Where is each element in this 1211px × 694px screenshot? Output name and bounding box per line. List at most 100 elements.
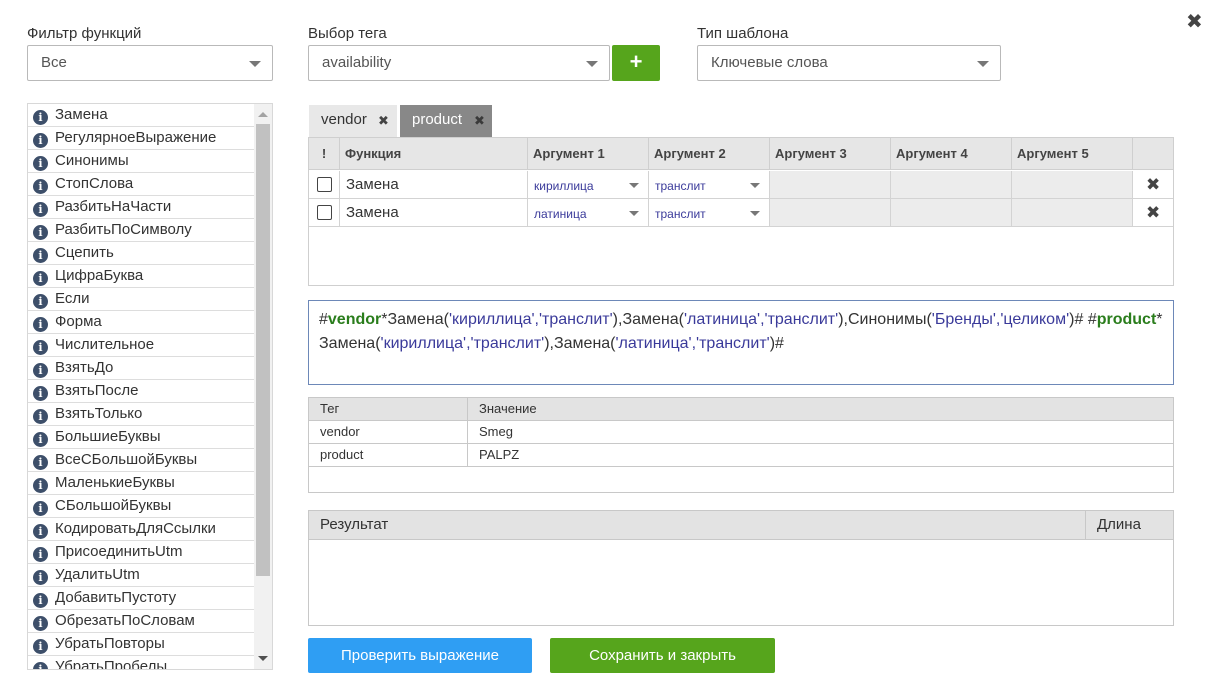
function-list-item[interactable]: i Если — [28, 288, 256, 311]
function-list-item[interactable]: i МаленькиеБуквы — [28, 472, 256, 495]
function-list-label: УбратьПробелы — [55, 658, 168, 670]
delete-row-icon[interactable]: ✖ — [1146, 204, 1160, 221]
argument-cell-disabled — [770, 171, 891, 199]
function-list-item[interactable]: i СтопСлова — [28, 173, 256, 196]
info-icon[interactable]: i — [33, 340, 48, 355]
info-icon[interactable]: i — [33, 662, 48, 669]
function-list-item[interactable]: i РегулярноеВыражение — [28, 127, 256, 150]
function-list-label: Замена — [55, 106, 108, 123]
info-icon[interactable]: i — [33, 225, 48, 240]
function-list-item[interactable]: i УдалитьUtm — [28, 564, 256, 587]
function-list-label: Сцепить — [55, 244, 114, 261]
chevron-down-icon — [629, 211, 639, 216]
row-checkbox[interactable] — [317, 205, 332, 220]
function-list-item[interactable]: i ДобавитьПустоту — [28, 587, 256, 610]
function-list-item[interactable]: i ЦифраБуква — [28, 265, 256, 288]
function-list-item[interactable]: i СБольшойБуквы — [28, 495, 256, 518]
info-icon[interactable]: i — [33, 501, 48, 516]
info-icon[interactable]: i — [33, 432, 48, 447]
template-type-select[interactable]: Ключевые слова — [697, 45, 1001, 81]
function-list-item[interactable]: i ВзятьТолько — [28, 403, 256, 426]
scrollbar-thumb[interactable] — [256, 124, 270, 576]
tag-select-label: Выбор тега — [308, 25, 387, 42]
check-expression-button[interactable]: Проверить выражение — [308, 638, 532, 673]
function-list-label: МаленькиеБуквы — [55, 474, 175, 491]
argument-select[interactable]: кириллица — [528, 171, 649, 199]
function-list-item[interactable]: i Сцепить — [28, 242, 256, 265]
info-icon[interactable]: i — [33, 317, 48, 332]
function-list-label: Синонимы — [55, 152, 129, 169]
info-icon[interactable]: i — [33, 202, 48, 217]
scroll-up-icon[interactable] — [258, 112, 268, 117]
expression-argument: 'латиница','транслит' — [683, 311, 839, 328]
value-cell: Smeg — [468, 421, 1173, 444]
template-type-value: Ключевые слова — [711, 54, 828, 71]
info-icon[interactable]: i — [33, 386, 48, 401]
info-icon[interactable]: i — [33, 294, 48, 309]
function-list-item[interactable]: i ВсеСБольшойБуквы — [28, 449, 256, 472]
function-list-label: Форма — [55, 313, 102, 330]
info-icon[interactable]: i — [33, 133, 48, 148]
info-icon[interactable]: i — [33, 639, 48, 654]
function-list[interactable]: i Замена i РегулярноеВыражение i Синонимы i Сто… — [27, 103, 273, 670]
expression-text: )# # — [1069, 311, 1097, 328]
function-list-item[interactable]: i ПрисоединитьUtm — [28, 541, 256, 564]
info-icon[interactable]: i — [33, 570, 48, 585]
info-icon[interactable]: i — [33, 248, 48, 263]
info-icon[interactable]: i — [33, 110, 48, 125]
info-icon[interactable]: i — [33, 478, 48, 493]
expression-argument: 'кириллица','транслит' — [449, 311, 613, 328]
function-list-item[interactable]: i ВзятьДо — [28, 357, 256, 380]
function-filter-select[interactable]: Все — [27, 45, 273, 81]
function-list-item[interactable]: i КодироватьДляСсылки — [28, 518, 256, 541]
function-list-item[interactable]: i БольшиеБуквы — [28, 426, 256, 449]
function-list-item[interactable]: i ОбрезатьПоСловам — [28, 610, 256, 633]
function-list-item[interactable]: i УбратьПовторы — [28, 633, 256, 656]
argument-select[interactable]: транслит — [649, 199, 770, 227]
info-icon[interactable]: i — [33, 156, 48, 171]
function-list-label: ДобавитьПустоту — [55, 589, 177, 606]
function-list-label: Числительное — [55, 336, 155, 353]
delete-row-icon[interactable]: ✖ — [1146, 176, 1160, 193]
close-tab-icon[interactable]: ✖ — [378, 114, 389, 127]
close-icon[interactable]: ✖ — [1186, 12, 1203, 32]
info-icon[interactable]: i — [33, 271, 48, 286]
argument-select[interactable]: транслит — [649, 171, 770, 199]
info-icon[interactable]: i — [33, 409, 48, 424]
column-header: Функция — [340, 138, 528, 170]
function-list-item[interactable]: i ВзятьПосле — [28, 380, 256, 403]
argument-cell-disabled — [891, 171, 1012, 199]
expression-editor[interactable]: #vendor*Замена('кириллица','транслит'),З… — [308, 300, 1174, 385]
info-icon[interactable]: i — [33, 524, 48, 539]
info-icon[interactable]: i — [33, 455, 48, 470]
function-list-item[interactable]: i УбратьПробелы — [28, 656, 256, 670]
plus-icon: + — [629, 49, 643, 74]
add-tag-button[interactable]: + — [612, 45, 660, 81]
tab-product[interactable]: product ✖ — [400, 105, 492, 137]
function-list-item[interactable]: i РазбитьПоСимволу — [28, 219, 256, 242]
function-list-item[interactable]: i Синонимы — [28, 150, 256, 173]
info-icon[interactable]: i — [33, 547, 48, 562]
function-list-item[interactable]: i Замена — [28, 104, 256, 127]
info-icon[interactable]: i — [33, 593, 48, 608]
tab-vendor[interactable]: vendor ✖ — [309, 105, 397, 137]
scroll-down-icon[interactable] — [258, 656, 268, 661]
save-and-close-button[interactable]: Сохранить и закрыть — [550, 638, 775, 673]
argument-select[interactable]: латиница — [528, 199, 649, 227]
row-checkbox[interactable] — [317, 177, 332, 192]
function-list-label: ВсеСБольшойБуквы — [55, 451, 198, 468]
function-cell: Замена — [340, 171, 528, 199]
tag-values-table: Тег Значение vendor Smeg product PALPZ — [308, 397, 1174, 493]
close-tab-icon[interactable]: ✖ — [474, 114, 485, 127]
info-icon[interactable]: i — [33, 363, 48, 378]
tab-label: product — [412, 111, 463, 128]
result-table: Результат Длина — [308, 510, 1174, 626]
tag-select[interactable]: availability — [308, 45, 610, 81]
info-icon[interactable]: i — [33, 616, 48, 631]
function-list-item[interactable]: i Числительное — [28, 334, 256, 357]
info-icon[interactable]: i — [33, 179, 48, 194]
scrollbar[interactable] — [254, 104, 272, 669]
column-header: ! — [309, 138, 340, 170]
function-list-item[interactable]: i Форма — [28, 311, 256, 334]
function-list-item[interactable]: i РазбитьНаЧасти — [28, 196, 256, 219]
